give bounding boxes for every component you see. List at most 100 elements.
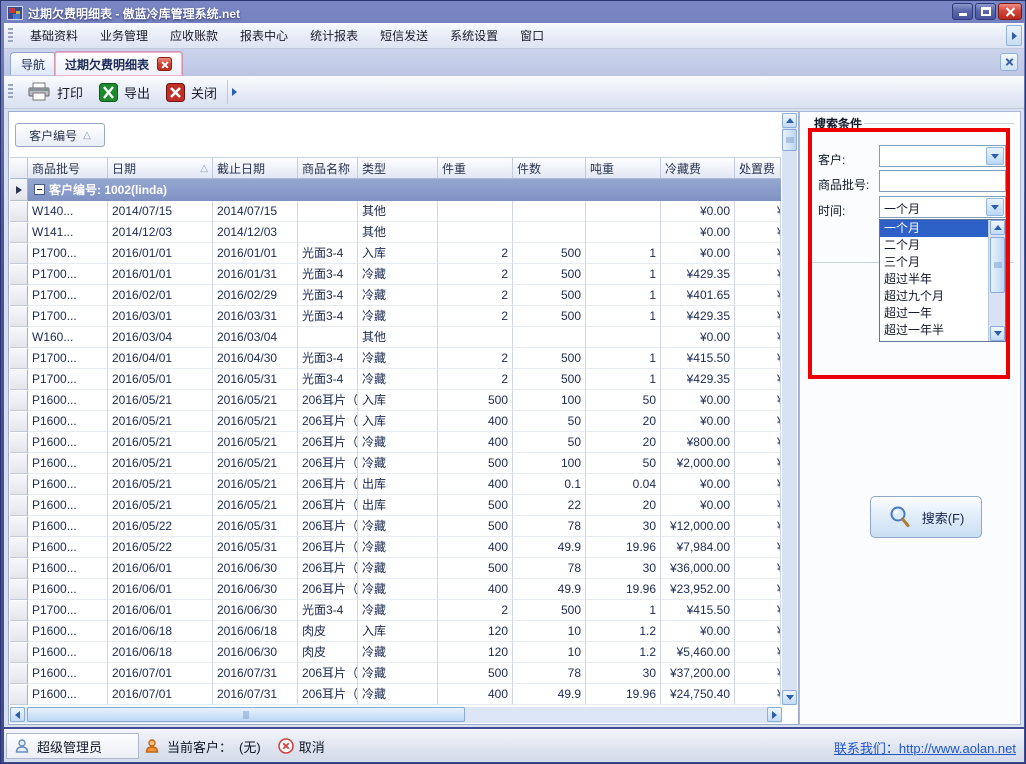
column-header[interactable]: 件数: [513, 157, 586, 179]
column-header[interactable]: 冷藏费: [661, 157, 735, 179]
column-header[interactable]: 吨重: [586, 157, 661, 179]
cell: 光面3-4: [298, 264, 358, 285]
scroll-left-button[interactable]: [10, 707, 25, 722]
tab-close-button[interactable]: [157, 57, 172, 71]
table-row[interactable]: P1600...2016/05/212016/05/21206耳片（...入库5…: [10, 390, 782, 411]
table-row[interactable]: W160...2016/03/042016/03/04其他¥0.00¥: [10, 327, 782, 348]
column-header[interactable]: 商品名称: [298, 157, 358, 179]
tab-navigation[interactable]: 导航: [10, 52, 56, 75]
table-row[interactable]: P1600...2016/07/012016/07/31206耳片（...冷藏5…: [10, 663, 782, 684]
column-header[interactable]: 截止日期: [213, 157, 298, 179]
group-row[interactable]: 客户编号: 1002(linda): [10, 179, 781, 201]
menu-grip[interactable]: [8, 28, 13, 44]
menu-item[interactable]: 统计报表: [299, 23, 369, 48]
cell: ¥: [735, 306, 781, 327]
dropdown-option[interactable]: 一个月: [880, 220, 988, 237]
toolbar-overflow-button[interactable]: [227, 80, 241, 104]
contact-link[interactable]: 联系我们：http://www.aolan.net: [834, 738, 1016, 757]
customer-combo-dropdown-button[interactable]: [986, 147, 1004, 165]
close-report-button[interactable]: 关闭: [158, 79, 225, 106]
minimize-button[interactable]: [952, 3, 973, 20]
cell: 2016/05/21: [108, 474, 213, 495]
print-button[interactable]: 打印: [19, 78, 91, 106]
collapse-group-button[interactable]: [34, 184, 45, 195]
table-row[interactable]: P1600...2016/06/182016/06/18肉皮入库120101.2…: [10, 621, 782, 642]
grid-horizontal-scrollbar[interactable]: [10, 707, 782, 723]
table-row[interactable]: P1700...2016/02/012016/02/29光面3-4冷藏25001…: [10, 285, 782, 306]
menu-item[interactable]: 业务管理: [89, 23, 159, 48]
table-row[interactable]: P1600...2016/05/222016/05/31206耳片（...冷藏4…: [10, 537, 782, 558]
cell: 2016/06/18: [213, 621, 298, 642]
horizontal-scroll-thumb[interactable]: [27, 707, 465, 722]
table-row[interactable]: P1700...2016/06/012016/06/30光面3-4冷藏25001…: [10, 600, 782, 621]
table-row[interactable]: P1600...2016/06/182016/06/30肉皮冷藏120101.2…: [10, 642, 782, 663]
table-row[interactable]: P1700...2016/03/012016/03/31光面3-4冷藏25001…: [10, 306, 782, 327]
menu-item[interactable]: 报表中心: [229, 23, 299, 48]
cell: [298, 201, 358, 222]
cell: 2: [438, 369, 513, 390]
table-row[interactable]: P1600...2016/06/012016/06/30206耳片（...冷藏4…: [10, 579, 782, 600]
cancel-label: 取消: [299, 737, 325, 756]
column-header[interactable]: 商品批号: [28, 157, 108, 179]
table-row[interactable]: P1600...2016/05/222016/05/31206耳片（...冷藏5…: [10, 516, 782, 537]
table-row[interactable]: W140...2014/07/152014/07/15其他¥0.00¥: [10, 201, 782, 222]
vertical-scroll-thumb[interactable]: [782, 129, 797, 151]
menu-item[interactable]: 应收账款: [159, 23, 229, 48]
maximize-button[interactable]: [975, 3, 996, 20]
batch-no-input[interactable]: [879, 170, 1006, 192]
table-row[interactable]: W141...2014/12/032014/12/03其他¥0.00¥: [10, 222, 782, 243]
table-row[interactable]: P1600...2016/05/212016/05/21206耳片（...出库4…: [10, 474, 782, 495]
cell: 0.04: [586, 474, 661, 495]
cell: 500: [438, 453, 513, 474]
dropdown-option[interactable]: 超过一年半: [880, 322, 988, 339]
dropdown-option[interactable]: 超过一年: [880, 305, 988, 322]
table-row[interactable]: P1700...2016/01/012016/01/31光面3-4冷藏25001…: [10, 264, 782, 285]
table-row[interactable]: P1600...2016/06/012016/06/30206耳片（...冷藏5…: [10, 558, 782, 579]
scroll-up-button[interactable]: [782, 113, 797, 128]
dropdown-option[interactable]: 超过半年: [880, 271, 988, 288]
menu-item[interactable]: 系统设置: [439, 23, 509, 48]
dropdown-option[interactable]: 超过九个月: [880, 288, 988, 305]
menu-item[interactable]: 窗口: [509, 23, 555, 48]
dropdown-option[interactable]: 二个月: [880, 237, 988, 254]
search-button[interactable]: 搜索(F): [870, 496, 982, 538]
column-header[interactable]: 日期△: [108, 157, 213, 179]
customer-icon: [144, 738, 160, 754]
tab-overdue-report[interactable]: 过期欠费明细表: [54, 51, 183, 76]
customer-combo[interactable]: [879, 145, 1006, 167]
export-button[interactable]: 导出: [91, 79, 158, 106]
table-row[interactable]: P1600...2016/05/212016/05/21206耳片（...入库4…: [10, 411, 782, 432]
dropdown-scroll-thumb[interactable]: [990, 237, 1005, 293]
cell: 2016/05/21: [213, 411, 298, 432]
column-header[interactable]: 类型: [358, 157, 438, 179]
cancel-customer-button[interactable]: 取消: [278, 737, 325, 756]
cell: ¥: [735, 411, 781, 432]
time-combo-dropdown-button[interactable]: [986, 198, 1004, 216]
group-by-customer-button[interactable]: 客户编号 △: [15, 123, 105, 147]
dropdown-scrollbar[interactable]: [988, 220, 1005, 341]
close-window-button[interactable]: [998, 3, 1022, 20]
menu-item[interactable]: 短信发送: [369, 23, 439, 48]
cell: ¥0.00: [661, 411, 735, 432]
time-combo[interactable]: 一个月: [879, 196, 1006, 218]
menu-overflow-button[interactable]: [1006, 25, 1022, 46]
table-row[interactable]: P1600...2016/05/212016/05/21206耳片（...冷藏5…: [10, 453, 782, 474]
table-row[interactable]: P1600...2016/05/212016/05/21206耳片（...出库5…: [10, 495, 782, 516]
table-row[interactable]: P1700...2016/05/012016/05/31光面3-4冷藏25001…: [10, 369, 782, 390]
column-header[interactable]: 处置费: [735, 157, 781, 179]
close-view-button[interactable]: [1000, 53, 1018, 71]
menu-item[interactable]: 基础资料: [19, 23, 89, 48]
table-row[interactable]: P1600...2016/07/012016/07/31206耳片（...冷藏4…: [10, 684, 782, 705]
scroll-right-button[interactable]: [767, 707, 782, 722]
column-header[interactable]: 件重: [438, 157, 513, 179]
scroll-down-button[interactable]: [782, 690, 797, 705]
table-row[interactable]: P1700...2016/04/012016/04/30光面3-4冷藏25001…: [10, 348, 782, 369]
header-corner: [10, 157, 28, 179]
table-row[interactable]: P1600...2016/05/212016/05/21206耳片（...冷藏4…: [10, 432, 782, 453]
scroll-down-button[interactable]: [990, 326, 1005, 341]
grid-vertical-scrollbar[interactable]: [782, 113, 797, 705]
dropdown-option[interactable]: 三个月: [880, 254, 988, 271]
table-row[interactable]: P1700...2016/01/012016/01/01光面3-4入库25001…: [10, 243, 782, 264]
scroll-up-button[interactable]: [990, 220, 1005, 235]
toolbar-grip[interactable]: [8, 84, 13, 100]
